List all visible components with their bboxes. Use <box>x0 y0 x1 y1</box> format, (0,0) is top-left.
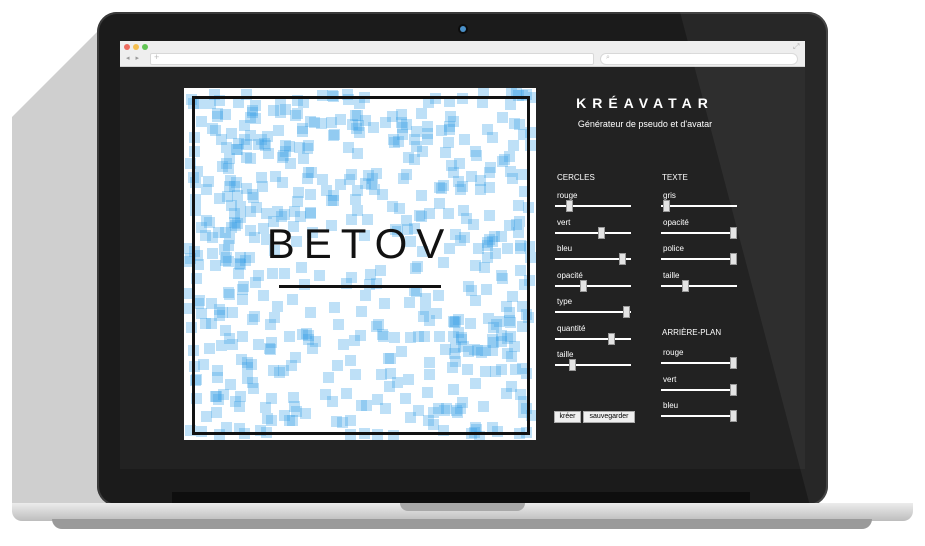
slider-track[interactable] <box>555 226 631 239</box>
slider-handle[interactable] <box>598 226 605 239</box>
slider-track[interactable] <box>555 359 631 371</box>
slider-label: gris <box>663 191 676 200</box>
slider-track[interactable] <box>555 332 631 345</box>
close-window-icon[interactable] <box>124 44 130 50</box>
fullscreen-icon[interactable]: ⤢ <box>793 42 799 52</box>
back-forward-icon[interactable]: ◂ ▸ <box>126 54 141 62</box>
slider-label: vert <box>663 374 677 384</box>
maximize-window-icon[interactable] <box>142 44 148 50</box>
slider-handle[interactable] <box>730 253 737 265</box>
minimize-window-icon[interactable] <box>133 44 139 50</box>
app-subtitle: Générateur de pseudo et d'avatar <box>577 119 713 129</box>
slider-handle[interactable] <box>608 332 615 345</box>
avatar-pseudo: BETOV <box>266 220 454 267</box>
app-title: KRÉAVATAR <box>576 95 714 111</box>
browser-search-input[interactable]: ⌕ <box>600 53 798 65</box>
create-button[interactable]: kréer <box>554 411 581 423</box>
slider-handle[interactable] <box>619 253 626 265</box>
pseudo-underline <box>279 285 441 288</box>
slider-track[interactable] <box>555 200 631 212</box>
webcam-icon <box>460 26 466 32</box>
slider-handle[interactable] <box>569 359 576 371</box>
slider-track[interactable] <box>661 200 737 212</box>
slider-track[interactable] <box>555 279 631 292</box>
laptop-screen: ◂ ▸ + ⌕ ⤢ BETOV KRÉAVATAR Générateur de … <box>120 41 805 469</box>
slider-handle[interactable] <box>580 279 587 292</box>
slider-track[interactable] <box>555 253 631 265</box>
slider-label: rouge <box>663 348 684 357</box>
slider-track[interactable] <box>661 226 737 239</box>
slider-handle[interactable] <box>730 226 737 239</box>
laptop-notch <box>400 503 525 511</box>
slider-handle[interactable] <box>623 306 630 318</box>
slider-handle[interactable] <box>730 357 737 369</box>
slider-handle[interactable] <box>566 200 573 212</box>
slider-handle[interactable] <box>730 410 737 422</box>
slider-label: type <box>557 297 573 306</box>
slider-label: taille <box>557 350 574 359</box>
slider-handle[interactable] <box>663 200 670 212</box>
section-texte-title: TEXTE <box>662 173 688 182</box>
slider-label: opacité <box>557 270 583 280</box>
slider-label: bleu <box>663 401 679 410</box>
slider-label: bleu <box>557 244 573 253</box>
slider-label: quantité <box>557 323 586 333</box>
slider-track[interactable] <box>555 306 631 318</box>
slider-handle[interactable] <box>682 279 689 292</box>
new-tab-icon[interactable]: + <box>154 52 159 62</box>
section-arriere-plan-title: ARRIÈRE-PLAN <box>662 328 722 337</box>
browser-chrome: ◂ ▸ + ⌕ ⤢ <box>120 41 805 67</box>
slider-track[interactable] <box>661 383 737 396</box>
save-button[interactable]: sauvegarder <box>583 411 635 423</box>
slider-label: vert <box>557 217 571 227</box>
slider-handle[interactable] <box>730 383 737 396</box>
section-cercles-title: CERCLES <box>557 173 595 182</box>
search-icon: ⌕ <box>606 54 610 61</box>
address-bar[interactable]: + <box>150 52 594 65</box>
avatar-canvas: BETOV <box>184 88 536 440</box>
slider-label: opacité <box>663 217 689 227</box>
slider-track[interactable] <box>661 253 737 265</box>
slider-label: taille <box>663 270 680 280</box>
slider-label: police <box>663 244 684 253</box>
slider-track[interactable] <box>661 410 737 422</box>
slider-track[interactable] <box>661 357 737 369</box>
slider-label: rouge <box>557 191 578 200</box>
slider-track[interactable] <box>661 279 737 292</box>
laptop-base-underside <box>52 519 872 529</box>
